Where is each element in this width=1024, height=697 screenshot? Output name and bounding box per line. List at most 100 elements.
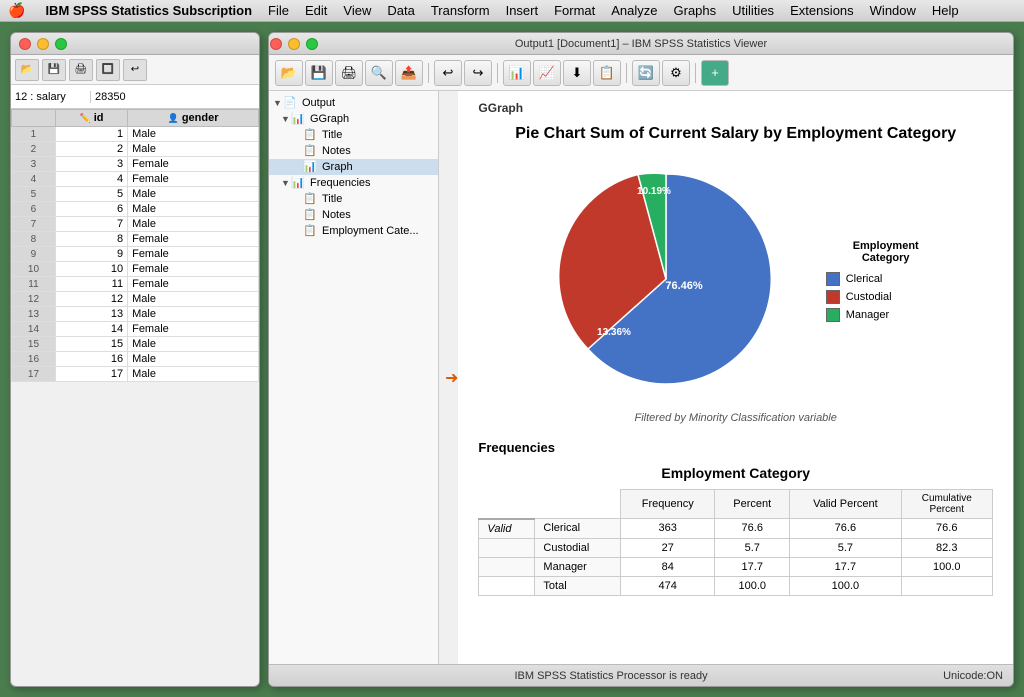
tree-item[interactable]: ▼ 📄 Output	[269, 95, 438, 111]
gender-col-header[interactable]: 👤 gender	[128, 110, 259, 127]
viewer-open-icon[interactable]: 📂	[275, 60, 303, 86]
menu-transform[interactable]: Transform	[431, 3, 490, 18]
legend-title: EmploymentCategory	[826, 240, 946, 264]
viewer-toolbar: 📂 💾 🖨 🔍 📤 ↩ ↪ 📊 📈 ⬇ 📋 🔄 ⚙ +	[269, 55, 1013, 91]
freq-th-cumulative: CumulativePercent	[901, 490, 992, 519]
viewer-minimize-button[interactable]	[288, 38, 300, 50]
apple-menu[interactable]: 🍎	[8, 2, 25, 19]
data-table-container[interactable]: ✏️ id 👤 gender 1 1 Male 2 2 Male 3 3 Fem…	[11, 109, 259, 686]
table-row: 11 11 Female	[12, 277, 259, 292]
viewer-down-icon[interactable]: ⬇	[563, 60, 591, 86]
viewer-maximize-button[interactable]	[306, 38, 318, 50]
row-number: 15	[12, 337, 56, 352]
id-cell: 2	[55, 142, 127, 157]
print-icon[interactable]: 🖨	[69, 59, 93, 81]
viewer-undo-icon[interactable]: ↩	[434, 60, 462, 86]
viewer-print-icon[interactable]: 🖨	[335, 60, 363, 86]
freq-valid-percent-cell: 100.0	[790, 576, 901, 595]
chart-area: 76.46% 13.36% 10.19% EmploymentCategory …	[478, 159, 993, 402]
viewer-redo-icon[interactable]: ↪	[464, 60, 492, 86]
tree-item-label: GGraph	[310, 113, 349, 125]
viewer-add-icon[interactable]: +	[701, 60, 729, 86]
chart-legend: EmploymentCategory Clerical Custodial Ma…	[826, 240, 946, 322]
tree-item[interactable]: 📋 Title	[269, 127, 438, 143]
chart-note: Filtered by Minority Classification vari…	[478, 412, 993, 424]
chart-title: Pie Chart Sum of Current Salary by Emplo…	[478, 125, 993, 143]
viewer-insert-icon[interactable]: 📊	[503, 60, 531, 86]
freq-cumulative-cell: 82.3	[901, 538, 992, 557]
table-row: 4 4 Female	[12, 172, 259, 187]
table-row: 13 13 Male	[12, 307, 259, 322]
menu-view[interactable]: View	[343, 3, 371, 18]
menu-insert[interactable]: Insert	[506, 3, 539, 18]
minimize-button[interactable]	[37, 38, 49, 50]
table-row: 1 1 Male	[12, 127, 259, 142]
viewer-titlebar: Output1 [Document1] – IBM SPSS Statistic…	[269, 33, 1013, 55]
save-icon[interactable]: 💾	[42, 59, 66, 81]
freq-frequency-cell: 474	[621, 576, 715, 595]
tree-item[interactable]: 📋 Notes	[269, 207, 438, 223]
row-number: 8	[12, 232, 56, 247]
tree-item[interactable]: 📊 Graph	[269, 159, 438, 175]
gender-cell: Male	[128, 202, 259, 217]
freq-frequency-cell: 363	[621, 519, 715, 539]
maximize-button[interactable]	[55, 38, 67, 50]
id-cell: 15	[55, 337, 127, 352]
tree-item[interactable]: 📋 Employment Cate...	[269, 223, 438, 239]
tree-item[interactable]: 📋 Title	[269, 191, 438, 207]
row-number: 14	[12, 322, 56, 337]
table-row: 3 3 Female	[12, 157, 259, 172]
svg-text:10.19%: 10.19%	[637, 186, 671, 197]
close-button[interactable]	[19, 38, 31, 50]
menu-help[interactable]: Help	[932, 3, 959, 18]
viewer-chart-icon[interactable]: 📈	[533, 60, 561, 86]
freq-table-row: Manager 84 17.7 17.7 100.0	[479, 557, 993, 576]
tree-item-label: Employment Cate...	[322, 225, 419, 237]
menu-data[interactable]: Data	[387, 3, 414, 18]
tree-item-label: Frequencies	[310, 177, 371, 189]
viewer-settings-icon[interactable]: ⚙	[662, 60, 690, 86]
legend-manager-color	[826, 308, 840, 322]
viewer-table-icon[interactable]: 📋	[593, 60, 621, 86]
id-cell: 17	[55, 367, 127, 382]
row-number: 16	[12, 352, 56, 367]
menu-format[interactable]: Format	[554, 3, 595, 18]
table-row: 7 7 Male	[12, 217, 259, 232]
menu-extensions[interactable]: Extensions	[790, 3, 854, 18]
row-number: 12	[12, 292, 56, 307]
id-col-header[interactable]: ✏️ id	[55, 110, 127, 127]
menu-graphs[interactable]: Graphs	[674, 3, 717, 18]
tree-item-label: Title	[322, 193, 342, 205]
menu-file[interactable]: File	[268, 3, 289, 18]
viewer-save-icon[interactable]: 💾	[305, 60, 333, 86]
legend-clerical: Clerical	[826, 272, 946, 286]
menu-window[interactable]: Window	[870, 3, 916, 18]
gender-cell: Male	[128, 142, 259, 157]
menu-utilities[interactable]: Utilities	[732, 3, 774, 18]
table-row: 17 17 Male	[12, 367, 259, 382]
cell-reference-bar: 12 : salary 28350	[11, 85, 259, 109]
row-num-header	[12, 110, 56, 127]
menu-edit[interactable]: Edit	[305, 3, 327, 18]
legend-clerical-label: Clerical	[846, 273, 883, 285]
tree-item[interactable]: 📋 Notes	[269, 143, 438, 159]
viewer-zoom-icon[interactable]: 🔍	[365, 60, 393, 86]
freq-label-cell: Manager	[535, 557, 621, 576]
table-row: 5 5 Male	[12, 187, 259, 202]
viewer-export-icon[interactable]: 📤	[395, 60, 423, 86]
tree-item[interactable]: ▼ 📊 Frequencies	[269, 175, 438, 191]
freq-group-cell	[479, 576, 535, 595]
viewer-close-button[interactable]	[270, 38, 282, 50]
row-number: 5	[12, 187, 56, 202]
menu-analyze[interactable]: Analyze	[611, 3, 657, 18]
custom-icon[interactable]: 🔲	[96, 59, 120, 81]
back-icon[interactable]: ↩	[123, 59, 147, 81]
id-cell: 16	[55, 352, 127, 367]
open-icon[interactable]: 📂	[15, 59, 39, 81]
navigation-tree[interactable]: ▼ 📄 Output ▼ 📊 GGraph 📋 Title 📋 Notes 📊 …	[269, 91, 439, 664]
viewer-refresh-icon[interactable]: 🔄	[632, 60, 660, 86]
table-row: 10 10 Female	[12, 262, 259, 277]
tree-item[interactable]: ▼ 📊 GGraph	[269, 111, 438, 127]
row-number: 10	[12, 262, 56, 277]
output-area[interactable]: GGraph Pie Chart Sum of Current Salary b…	[458, 91, 1013, 664]
